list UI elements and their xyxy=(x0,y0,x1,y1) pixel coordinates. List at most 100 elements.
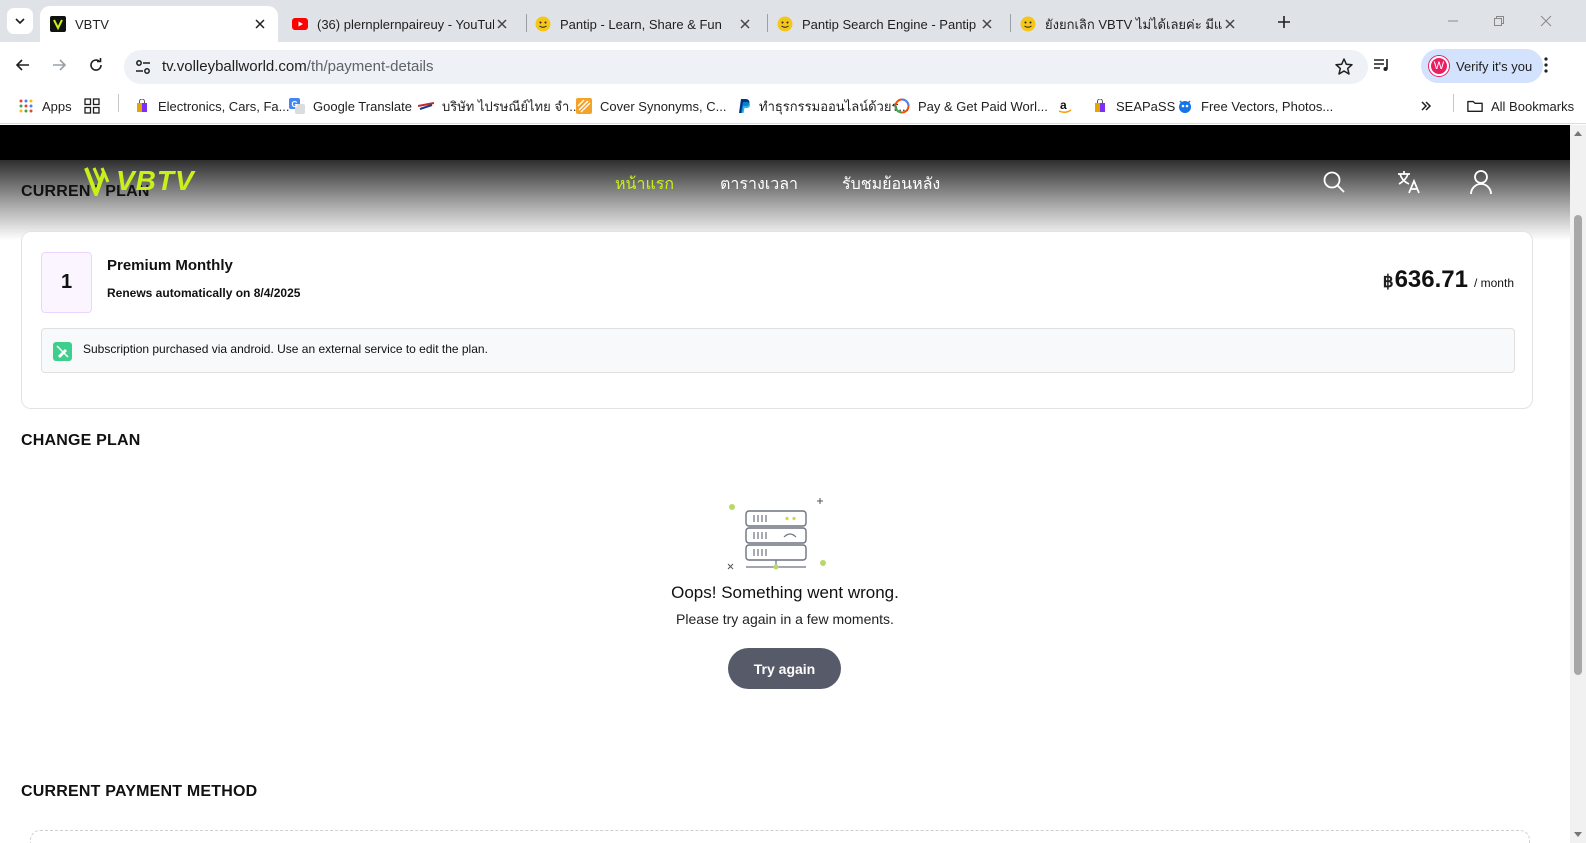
close-window-button[interactable] xyxy=(1531,6,1561,36)
new-tab-button[interactable] xyxy=(1272,10,1296,34)
bookmark-label: Pay & Get Paid Worl... xyxy=(918,98,1048,114)
bookmark-cover-synonyms[interactable]: Cover Synonyms, C... xyxy=(576,94,726,118)
translate-icon xyxy=(1398,171,1420,194)
svg-text:a: a xyxy=(1060,98,1067,112)
profile-verify-button[interactable]: W Verify it's you xyxy=(1421,49,1543,83)
tab-youtube[interactable]: (36) plernplernpaireuy - YouTube xyxy=(282,6,520,42)
try-again-button[interactable]: Try again xyxy=(728,648,841,689)
playlist-icon xyxy=(1374,59,1388,71)
bookmark-tab-groups[interactable] xyxy=(84,94,108,118)
price-period: / month xyxy=(1473,276,1514,290)
plan-renewal: Renews automatically on 8/4/2025 xyxy=(107,286,301,300)
plan-name: Premium Monthly xyxy=(107,257,233,274)
thesaurus-icon xyxy=(576,98,592,114)
bookmark-label: Electronics, Cars, Fa... xyxy=(158,98,290,114)
close-icon[interactable] xyxy=(494,16,510,32)
shopping-bag-icon xyxy=(134,98,150,114)
language-button[interactable] xyxy=(1395,168,1423,196)
bookmark-freepik[interactable]: Free Vectors, Photos... xyxy=(1177,94,1333,118)
minimize-icon xyxy=(1448,20,1458,22)
bookmark-thailand-post[interactable]: บริษัท ไปรษณีย์ไทย จำ... xyxy=(418,94,580,118)
all-bookmarks-button[interactable]: All Bookmarks xyxy=(1467,94,1574,118)
reload-button[interactable] xyxy=(81,50,111,80)
apps-grid-icon xyxy=(18,98,34,114)
plan-number: 1 xyxy=(41,252,92,313)
bookmark-amazon[interactable]: a xyxy=(1057,94,1081,118)
restore-button[interactable] xyxy=(1484,6,1514,36)
arrow-right-icon xyxy=(53,59,67,71)
scroll-down-icon[interactable] xyxy=(1573,830,1583,840)
bookmark-electronics[interactable]: Electronics, Cars, Fa... xyxy=(134,94,289,118)
tab-strip: VBTV (36) plernplernpaireuy - YouTube Pa… xyxy=(0,0,1586,42)
close-icon[interactable] xyxy=(252,16,268,32)
tab-vbtv[interactable]: VBTV xyxy=(40,6,278,42)
close-icon[interactable] xyxy=(979,16,995,32)
bookmarks-separator xyxy=(118,94,119,112)
error-subtitle: Please try again in a few moments. xyxy=(676,611,894,627)
minimize-button[interactable] xyxy=(1438,6,1468,36)
tab-pantip-search[interactable]: Pantip Search Engine - Pantip xyxy=(767,6,1005,42)
tab-title: (36) plernplernpaireuy - YouTube xyxy=(317,16,494,32)
nav-replays[interactable]: รับชมย้อนหลัง xyxy=(842,172,940,197)
user-icon xyxy=(1470,170,1492,195)
scrollbar-thumb[interactable] xyxy=(1574,215,1582,675)
bookmark-paypal[interactable]: ทำธุรกรรมออนไลน์ด้วยร... xyxy=(735,94,909,118)
tab-pantip[interactable]: Pantip - Learn, Share & Fun xyxy=(525,6,763,42)
bookmark-seapass[interactable]: SEAPaSS xyxy=(1092,94,1175,118)
media-control-button[interactable] xyxy=(1367,50,1397,80)
paypal-icon xyxy=(735,98,751,114)
bookmarks-bar: Apps Electronics, Cars, Fa... G Google T… xyxy=(0,88,1586,124)
bookmark-google-translate[interactable]: G Google Translate xyxy=(289,94,412,118)
change-plan-title: CHANGE PLAN xyxy=(21,432,141,449)
reload-icon xyxy=(90,58,102,71)
bookmark-label: Google Translate xyxy=(313,98,413,114)
search-button[interactable] xyxy=(1320,168,1348,196)
vbtv-favicon-icon xyxy=(50,16,66,32)
bookmark-star-icon[interactable] xyxy=(1334,57,1354,77)
payoneer-icon xyxy=(894,98,910,114)
bookmark-label: Cover Synonyms, C... xyxy=(600,98,727,114)
currency-symbol: ฿ xyxy=(1382,272,1394,291)
nav-schedule[interactable]: ตารางเวลา xyxy=(720,172,798,197)
search-icon xyxy=(1323,171,1345,193)
current-payment-method-title: CURRENT PAYMENT METHOD xyxy=(21,783,258,800)
google-translate-icon: G xyxy=(289,98,305,114)
address-bar[interactable]: tv.volleyballworld.com/th/payment-detail… xyxy=(124,50,1368,84)
plan-price: ฿ 636.71 / month xyxy=(1383,266,1514,294)
back-button[interactable] xyxy=(8,50,38,80)
tab-title: Pantip Search Engine - Pantip xyxy=(802,16,977,32)
subscription-notice: Subscription purchased via android. Use … xyxy=(41,328,1515,373)
forward-button[interactable] xyxy=(44,50,74,80)
tab-title: VBTV xyxy=(75,16,109,32)
close-icon[interactable] xyxy=(737,16,753,32)
bookmark-pay-get-paid[interactable]: Pay & Get Paid Worl... xyxy=(894,94,1048,118)
arrow-left-icon xyxy=(15,59,29,71)
avatar: W xyxy=(1429,56,1449,76)
youtube-icon xyxy=(292,16,308,32)
vbtv-logo[interactable]: VBTV xyxy=(84,165,195,197)
restore-icon xyxy=(1494,16,1504,26)
notice-text: Subscription purchased via android. Use … xyxy=(83,342,488,356)
bookmarks-overflow-button[interactable] xyxy=(1418,94,1442,118)
bookmark-apps[interactable]: Apps xyxy=(18,94,72,118)
tab-pantip-thread[interactable]: ยังยกเลิก VBTV ไม่ได้เลยค่ะ มีแอดมิน xyxy=(1010,6,1248,42)
server-error-icon xyxy=(727,498,826,570)
account-button[interactable] xyxy=(1467,168,1495,196)
bookmark-label: บริษัท ไปรษณีย์ไทย จำ... xyxy=(442,98,581,114)
thailand-post-icon xyxy=(418,98,434,114)
error-title: Oops! Something went wrong. xyxy=(671,583,899,602)
bookmark-label: All Bookmarks xyxy=(1491,98,1575,114)
amazon-icon: a xyxy=(1057,98,1073,114)
verify-label: Verify it's you xyxy=(1456,58,1533,74)
freepik-icon xyxy=(1177,98,1193,114)
url-host: tv.volleyballworld.com xyxy=(162,58,307,75)
folder-icon xyxy=(1467,98,1483,114)
site-info-icon[interactable] xyxy=(134,58,152,76)
no-edit-icon xyxy=(53,342,72,361)
page-scrollbar[interactable] xyxy=(1570,125,1586,843)
nav-home[interactable]: หน้าแรก xyxy=(615,172,674,197)
scroll-up-icon[interactable] xyxy=(1573,128,1583,138)
tab-search-button[interactable] xyxy=(7,8,33,34)
url-text: tv.volleyballworld.com/th/payment-detail… xyxy=(162,58,434,75)
close-icon[interactable] xyxy=(1222,16,1238,32)
